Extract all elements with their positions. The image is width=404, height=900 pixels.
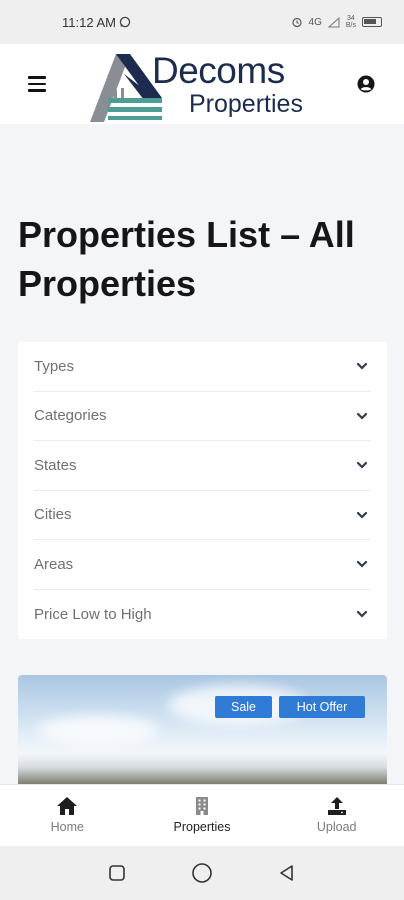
filter-cities[interactable]: Cities bbox=[34, 491, 371, 540]
chevron-down-icon bbox=[356, 462, 368, 469]
status-time: 11:12 AM bbox=[62, 14, 116, 30]
badge-hot-offer[interactable]: Hot Offer bbox=[279, 696, 365, 718]
app-header: Decoms Properties bbox=[0, 44, 404, 124]
chevron-down-icon bbox=[356, 363, 368, 370]
badge-sale[interactable]: Sale bbox=[215, 696, 272, 718]
back-triangle-icon bbox=[279, 865, 293, 881]
brand-name: Decoms bbox=[152, 50, 285, 91]
filter-panel: Types Categories States Cities Areas Pri… bbox=[18, 342, 387, 639]
nav-label: Home bbox=[50, 820, 84, 834]
chevron-down-icon bbox=[356, 511, 368, 519]
filter-types[interactable]: Types bbox=[34, 342, 371, 392]
filter-categories[interactable]: Categories bbox=[34, 392, 371, 441]
brand-logo[interactable]: Decoms Properties bbox=[88, 48, 328, 122]
status-left: 11:12 AM bbox=[62, 15, 131, 30]
filter-label: Cities bbox=[34, 506, 72, 524]
system-nav-bar bbox=[0, 846, 404, 900]
chevron-down-icon bbox=[356, 412, 368, 420]
filter-label: Price Low to High bbox=[34, 605, 152, 623]
bottom-nav: Home Properties Upload bbox=[0, 784, 404, 846]
home-icon bbox=[57, 797, 78, 815]
filter-price-sort[interactable]: Price Low to High bbox=[34, 590, 371, 640]
alarm-icon bbox=[291, 17, 302, 28]
page-title: Properties List – All Properties bbox=[18, 214, 355, 304]
network-label: 4G bbox=[308, 16, 322, 28]
filter-areas[interactable]: Areas bbox=[34, 540, 371, 590]
filter-label: States bbox=[34, 456, 77, 474]
upload-icon bbox=[327, 797, 346, 815]
chevron-down-icon bbox=[356, 611, 368, 618]
nav-label: Upload bbox=[316, 820, 357, 834]
filter-label: Categories bbox=[34, 407, 107, 425]
chevron-down-icon bbox=[356, 561, 368, 568]
speed-label: 34 B/s bbox=[345, 15, 356, 29]
status-bar: 11:12 AM 4G 34 B/s bbox=[0, 0, 404, 44]
nav-home[interactable]: Home bbox=[0, 785, 135, 846]
nav-properties[interactable]: Properties bbox=[135, 785, 270, 846]
brand-subtitle: Properties bbox=[189, 90, 303, 118]
filter-states[interactable]: States bbox=[34, 441, 371, 491]
menu-icon[interactable] bbox=[28, 76, 46, 92]
account-icon[interactable] bbox=[356, 74, 376, 94]
nav-upload[interactable]: Upload bbox=[269, 785, 404, 846]
status-right: 4G 34 B/s bbox=[291, 15, 382, 29]
property-card[interactable]: Sale Hot Offer bbox=[18, 675, 387, 787]
signal-icon bbox=[327, 16, 340, 27]
filter-label: Areas bbox=[34, 555, 74, 573]
cloud-decoration bbox=[38, 715, 158, 745]
square-icon bbox=[109, 865, 126, 881]
back-button[interactable] bbox=[275, 861, 299, 885]
battery-icon bbox=[362, 17, 382, 27]
circle-icon bbox=[192, 863, 212, 883]
building-icon bbox=[196, 797, 208, 815]
whatsapp-icon bbox=[119, 16, 131, 28]
nav-label: Properties bbox=[173, 820, 231, 834]
filter-label: Types bbox=[34, 357, 75, 375]
recents-button[interactable] bbox=[105, 861, 129, 885]
home-system-button[interactable] bbox=[190, 861, 214, 885]
